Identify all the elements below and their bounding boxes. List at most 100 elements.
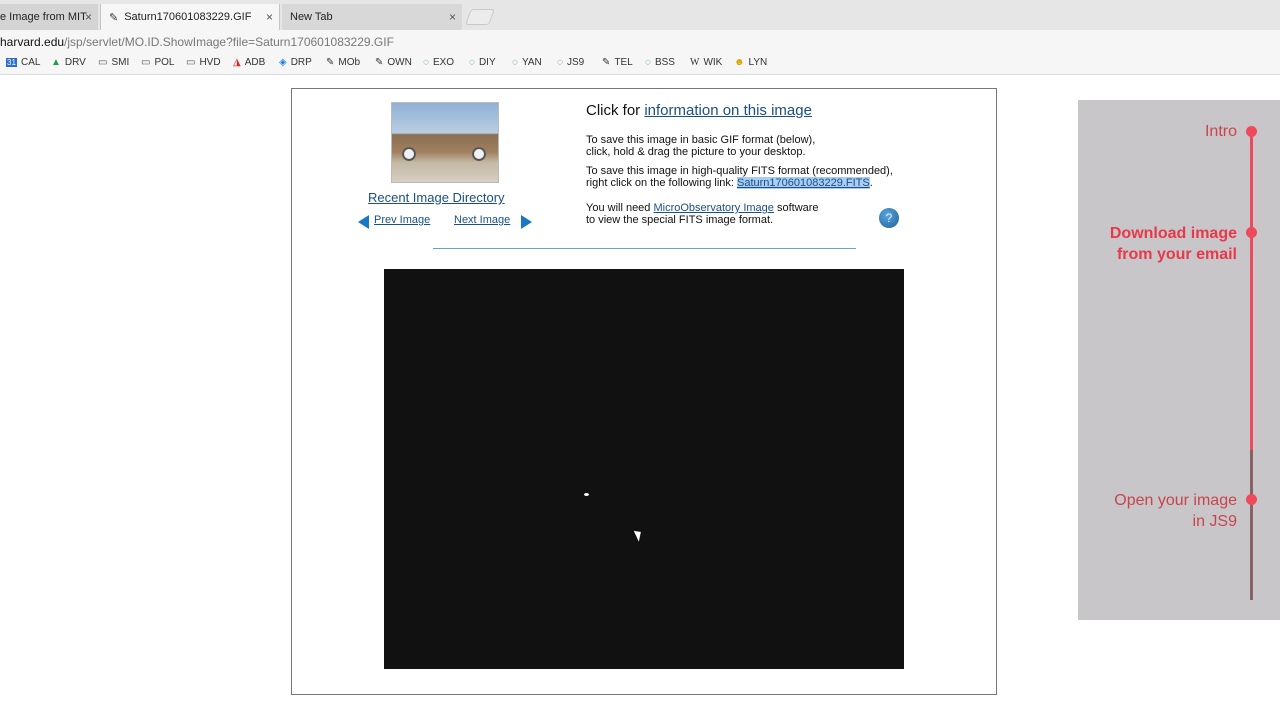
gif-line-2: click, hold & drag the picture to your d… <box>586 146 806 158</box>
bookmark-label: TEL <box>614 57 633 68</box>
bookmark-bss[interactable]: ◌ BSS <box>645 57 675 68</box>
close-icon[interactable]: × <box>449 10 456 24</box>
bookmark-label: SMI <box>111 57 130 68</box>
bookmark-label: ADB <box>244 57 266 68</box>
step-dot-download[interactable] <box>1246 227 1257 238</box>
divider <box>433 248 856 249</box>
bookmark-yan[interactable]: ◌ YAN <box>512 57 542 68</box>
url-host: harvard.edu <box>0 35 65 49</box>
tab-strip: e Image from MIT × ✎ Saturn170601083229.… <box>0 0 1280 30</box>
bookmark-label: MOb <box>338 57 361 68</box>
tab-label: Saturn170601083229.GIF <box>124 11 252 23</box>
bookmark-drp[interactable]: ◈ DRP <box>279 57 312 68</box>
content-frame: Recent Image Directory Prev Image Next I… <box>291 88 997 695</box>
saturn-icon: ◌ <box>423 57 429 68</box>
saturn-icon: ◌ <box>557 57 563 68</box>
new-tab-button[interactable] <box>465 9 495 25</box>
software-prefix: You will need <box>586 202 654 214</box>
tab-new-tab[interactable]: New Tab × <box>282 4 462 30</box>
close-icon[interactable]: × <box>85 10 92 24</box>
tab-mit-image[interactable]: e Image from MIT × <box>0 4 98 30</box>
tab-label: New Tab <box>290 11 333 23</box>
bookmark-lyn[interactable]: ☻ LYN <box>734 57 767 68</box>
step-label: Intro <box>1204 123 1237 140</box>
tab-label: e Image from MIT <box>0 11 87 23</box>
bookmark-wik[interactable]: W WIK <box>690 57 722 68</box>
step-label-line-1: Open your image <box>1114 492 1237 509</box>
telescope-icon: ✎ <box>109 11 119 24</box>
bookmark-pol[interactable]: ▭ POL <box>141 57 174 68</box>
bookmark-drv[interactable]: ▲ DRV <box>51 57 86 68</box>
bookmark-label: HVD <box>199 57 221 68</box>
step-dot-open-js9[interactable] <box>1246 494 1257 505</box>
bookmark-hvd[interactable]: ▭ HVD <box>186 57 221 68</box>
adobe-icon: ◮ <box>233 57 241 68</box>
fits-instructions: To save this image in high-quality FITS … <box>586 165 893 189</box>
bookmark-smi[interactable]: ▭ SMI <box>98 57 129 68</box>
wikipedia-icon: W <box>690 57 700 68</box>
telescope-icon: ✎ <box>375 57 384 68</box>
bookmark-adb[interactable]: ◮ ADB <box>233 57 265 68</box>
step-dot-intro[interactable] <box>1246 126 1257 137</box>
microobservatory-software-link[interactable]: MicroObservatory Image <box>653 202 773 214</box>
saturn-image[interactable] <box>384 269 904 669</box>
bookmark-exo[interactable]: ◌ EXO <box>423 57 454 68</box>
url-path: /jsp/servlet/MO.ID.ShowImage?file=Saturn… <box>64 35 394 49</box>
info-heading-prefix: Click for <box>586 102 645 119</box>
bookmark-label: YAN <box>521 57 542 68</box>
saturn-dot <box>584 493 589 496</box>
drive-icon: ▲ <box>51 57 61 68</box>
telescope-icon: ✎ <box>326 57 335 68</box>
fits-line-2-prefix: right click on the following link: <box>586 177 738 189</box>
saturn-icon: ◌ <box>645 57 651 68</box>
mouse-cursor-icon <box>633 528 645 542</box>
folder-icon: ▭ <box>186 57 196 68</box>
bookmarks-bar: 31 CAL ▲ DRV ▭ SMI ▭ POL ▭ HVD ◮ ADB ◈ DRP ✎ MOb… <box>0 54 1280 75</box>
tutorial-progress-panel: Intro Download image from your email Ope… <box>1078 100 1280 620</box>
software-line-2: to view the special FITS image format. <box>586 214 774 226</box>
url-text[interactable]: harvard.edu/jsp/servlet/MO.ID.ShowImage?… <box>0 35 394 49</box>
help-icon[interactable]: ? <box>879 208 899 228</box>
step-label-line-2: in JS9 <box>1192 513 1237 530</box>
bookmark-label: DIY <box>478 57 496 68</box>
progress-track <box>1250 130 1253 600</box>
bookmark-label: DRV <box>64 57 86 68</box>
saturn-icon: ◌ <box>512 57 518 68</box>
recent-image-directory-link[interactable]: Recent Image Directory <box>368 190 505 205</box>
bookmark-label: JS9 <box>566 57 585 68</box>
info-link[interactable]: information on this image <box>644 102 812 119</box>
step-label-line-2: from your email <box>1116 246 1237 263</box>
bookmark-js9[interactable]: ◌ JS9 <box>557 57 584 68</box>
arrow-right-icon[interactable] <box>521 215 532 229</box>
fits-download-link[interactable]: Saturn170601083229.FITS <box>737 177 870 189</box>
prev-image-link[interactable]: Prev Image <box>374 214 430 226</box>
bookmark-tel[interactable]: ✎ TEL <box>602 57 633 68</box>
step-download-image[interactable]: Download image from your email <box>1110 223 1237 265</box>
gif-line-1: To save this image in basic GIF format (… <box>586 134 816 146</box>
software-line-1: You will need MicroObservatory Image sof… <box>586 202 819 214</box>
close-icon[interactable]: × <box>266 10 273 24</box>
bookmark-label: BSS <box>654 57 675 68</box>
thumbnail-image[interactable] <box>391 102 499 183</box>
step-intro[interactable]: Intro <box>1205 121 1237 142</box>
bookmark-label: LYN <box>748 57 768 68</box>
bookmark-label: CAL <box>21 57 41 68</box>
telescope-icon <box>472 147 486 161</box>
info-heading: Click for information on this image <box>586 102 812 119</box>
bookmark-diy[interactable]: ◌ DIY <box>469 57 496 68</box>
progress-fill <box>1250 130 1253 450</box>
next-image-link[interactable]: Next Image <box>454 214 510 226</box>
bookmark-own[interactable]: ✎ OWN <box>375 57 412 68</box>
step-open-js9[interactable]: Open your image in JS9 <box>1114 490 1237 532</box>
tab-saturn-gif[interactable]: ✎ Saturn170601083229.GIF × <box>100 4 280 30</box>
bookmark-mob[interactable]: ✎ MOb <box>326 57 360 68</box>
smiley-icon: ☻ <box>734 57 745 68</box>
bookmark-cal[interactable]: 31 CAL <box>6 57 40 68</box>
address-bar[interactable]: harvard.edu/jsp/servlet/MO.ID.ShowImage?… <box>0 30 1280 54</box>
arrow-left-icon[interactable] <box>358 215 369 229</box>
bookmark-label: DRP <box>290 57 312 68</box>
bookmark-label: EXO <box>432 57 455 68</box>
saturn-icon: ◌ <box>469 57 475 68</box>
folder-icon: ▭ <box>98 57 108 68</box>
bookmark-label: WIK <box>703 57 723 68</box>
